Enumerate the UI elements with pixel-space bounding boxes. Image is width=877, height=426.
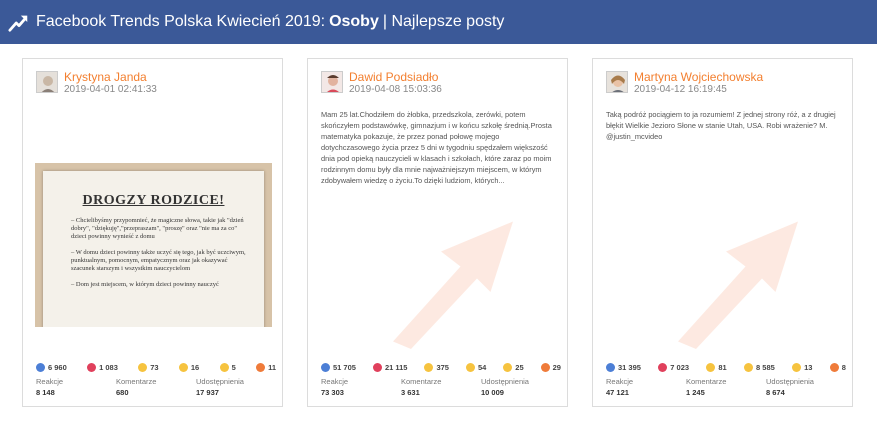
notice-line: – W domu dzieci powinny także uczyć się … <box>71 249 246 272</box>
stat-reactions: Reakcje 47 121 <box>606 377 634 397</box>
notice-line: – Chcielibyśmy przypomnieć, że magiczne … <box>71 217 244 240</box>
reaction-wow: 54 <box>465 363 486 372</box>
stat-reactions: Reakcje 73 303 <box>321 377 349 397</box>
like-icon <box>321 363 330 372</box>
page-title-prefix: Facebook Trends Polska Kwiecień 2019: <box>36 13 326 30</box>
reaction-like: 6 960 <box>36 363 67 372</box>
reaction-haha: 375 <box>424 363 449 372</box>
reaction-love: 21 115 <box>372 363 407 372</box>
author-name[interactable]: Krystyna Janda <box>64 70 147 84</box>
wow-icon <box>744 363 754 372</box>
wow-icon <box>178 363 188 372</box>
avatar <box>36 71 58 93</box>
post-date: 2019-04-08 15:03:36 <box>349 84 442 95</box>
stat-reactions: Reakcje 8 148 <box>36 377 64 397</box>
avatar <box>606 71 628 93</box>
haha-icon <box>706 363 716 372</box>
post-text: Mam 25 lat.Chodziłem do żłobka, przedszk… <box>321 110 552 185</box>
sad-icon <box>219 363 229 372</box>
angry-icon <box>829 363 839 372</box>
reaction-haha: 73 <box>138 363 159 372</box>
stats-row: Reakcje 47 121 Komentarze 1 245 Udostępnie… <box>606 377 846 397</box>
reaction-haha: 81 <box>706 363 727 372</box>
notice-title: DROGZY RODZICE! <box>82 193 225 208</box>
haha-icon <box>424 363 434 372</box>
post-card[interactable]: Krystyna Janda 2019-04-01 02:41:33 DROGZ… <box>22 58 283 407</box>
page-title-category: Osoby <box>329 13 379 30</box>
stat-comments: Komentarze 680 <box>116 377 157 397</box>
post-card[interactable]: Martyna Wojciechowska 2019-04-12 16:19:4… <box>592 58 853 407</box>
reaction-angry: 29 <box>540 363 561 372</box>
reaction-like: 31 395 <box>606 363 641 372</box>
wow-icon <box>465 363 475 372</box>
angry-icon <box>540 363 550 372</box>
haha-icon <box>138 363 148 372</box>
header-bar: Facebook Trends Polska Kwiecień 2019: Os… <box>0 0 877 44</box>
avatar <box>321 71 343 93</box>
post-image[interactable]: DROGZY RODZICE! – Chcielibyśmy przypomni… <box>35 163 272 327</box>
love-icon <box>658 363 668 372</box>
author-name[interactable]: Dawid Podsiadło <box>349 70 438 84</box>
reaction-wow: 8 585 <box>744 363 775 372</box>
notice-line: – Dom jest miejscem, w którym dzieci pow… <box>71 281 219 288</box>
stat-shares: Udostępnienia 10 009 <box>481 377 529 397</box>
like-icon <box>36 363 45 372</box>
reaction-love: 1 083 <box>87 363 118 372</box>
stat-shares: Udostępnienia 8 674 <box>766 377 814 397</box>
love-icon <box>87 363 97 372</box>
angry-icon <box>256 363 266 372</box>
post-card[interactable]: Dawid Podsiadło 2019-04-08 15:03:36 Mam … <box>307 58 568 407</box>
reaction-angry: 11 <box>256 363 276 372</box>
post-text: Taką podróż pociągiem to ja rozumiem! Z … <box>606 110 836 141</box>
reaction-sad: 5 <box>219 363 236 372</box>
reactions-row: 6 960 1 083 73 16 5 11 <box>36 363 276 372</box>
post-date: 2019-04-12 16:19:45 <box>634 84 727 95</box>
reactions-row: 31 395 7 023 81 8 585 13 8 <box>606 363 846 372</box>
reaction-angry: 8 <box>829 363 846 372</box>
reaction-sad: 13 <box>792 363 812 372</box>
post-date: 2019-04-01 02:41:33 <box>64 84 157 95</box>
stat-comments: Komentarze 3 631 <box>401 377 442 397</box>
love-icon <box>372 363 382 372</box>
like-icon <box>606 363 615 372</box>
reactions-row: 51 705 21 115 375 54 25 29 <box>321 363 561 372</box>
author-name[interactable]: Martyna Wojciechowska <box>634 70 763 84</box>
notice-paper: DROGZY RODZICE! – Chcielibyśmy przypomni… <box>43 171 264 327</box>
trend-watermark-icon <box>678 221 798 349</box>
reaction-love: 7 023 <box>658 363 689 372</box>
trend-watermark-icon <box>393 221 513 349</box>
reaction-wow: 16 <box>178 363 199 372</box>
sad-icon <box>792 363 802 372</box>
trend-arrow-icon <box>8 15 28 32</box>
stat-shares: Udostępnienia 17 937 <box>196 377 244 397</box>
stats-row: Reakcje 73 303 Komentarze 3 631 Udostępnie… <box>321 377 561 397</box>
stats-row: Reakcje 8 148 Komentarze 680 Udostępnienia… <box>36 377 276 397</box>
reaction-sad: 25 <box>503 363 524 372</box>
stat-comments: Komentarze 1 245 <box>686 377 727 397</box>
sad-icon <box>503 363 513 372</box>
reaction-like: 51 705 <box>321 363 356 372</box>
page-title-suffix: | Najlepsze posty <box>382 13 505 30</box>
